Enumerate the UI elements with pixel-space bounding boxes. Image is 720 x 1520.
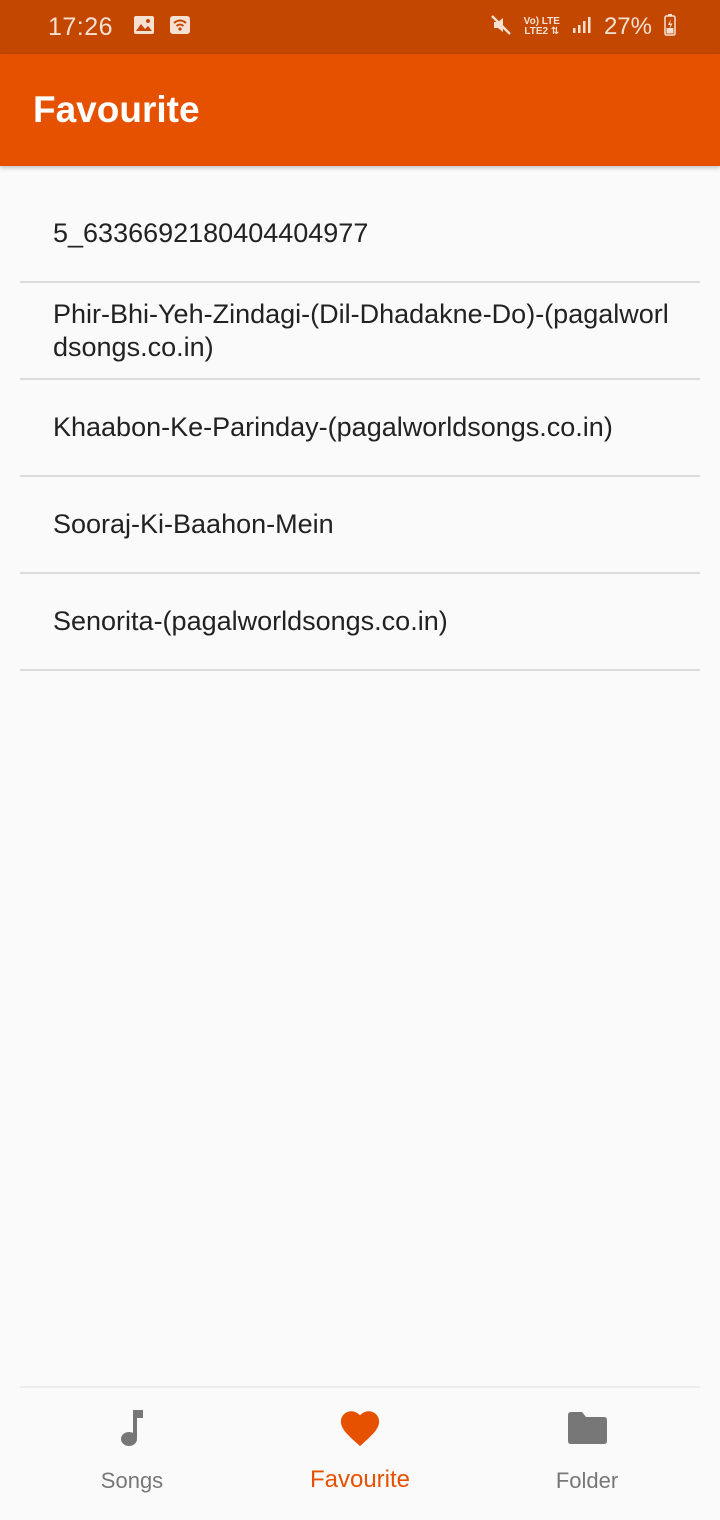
app-bar: Favourite [0, 54, 720, 166]
song-title: Sooraj-Ki-Baahon-Mein [53, 509, 334, 539]
status-bar: 17:26 Vo) LTE LTE2 ⇅ 27% [0, 0, 720, 54]
battery-percentage: 27% [603, 13, 652, 40]
favourite-song-list: 5_6336692180404404977 Phir-Bhi-Yeh-Zinda… [20, 186, 700, 671]
bottom-navigation: Songs Favourite Folder [0, 1386, 720, 1520]
battery-charging-icon [664, 13, 676, 41]
status-time: 17:26 [48, 12, 114, 41]
image-icon [133, 15, 155, 40]
heart-icon [338, 1406, 382, 1450]
song-title: Phir-Bhi-Yeh-Zindagi-(Dil-Dhadakne-Do)-(… [53, 298, 669, 362]
mute-icon [490, 14, 512, 41]
song-list-item[interactable]: Senorita-(pagalworldsongs.co.in) [20, 574, 700, 671]
nav-tab-songs[interactable]: Songs [32, 1406, 232, 1506]
wifi-icon [169, 15, 191, 40]
nav-tab-favourite[interactable]: Favourite [260, 1406, 460, 1506]
status-notification-icons [133, 15, 191, 40]
song-list-item[interactable]: Phir-Bhi-Yeh-Zindagi-(Dil-Dhadakne-Do)-(… [20, 283, 700, 380]
status-system-icons: Vo) LTE LTE2 ⇅ 27% [490, 13, 676, 41]
page-title: Favourite [33, 89, 200, 130]
bottom-nav-divider [20, 1386, 700, 1388]
folder-icon [565, 1406, 609, 1450]
signal-icon [572, 16, 592, 39]
network-type-indicator: Vo) LTE LTE2 ⇅ [523, 16, 560, 37]
song-title: Khaabon-Ke-Parinday-(pagalworldsongs.co.… [53, 412, 613, 442]
song-title: Senorita-(pagalworldsongs.co.in) [53, 606, 448, 636]
nav-tab-folder[interactable]: Folder [487, 1406, 687, 1506]
song-title: 5_6336692180404404977 [53, 218, 369, 248]
nav-label-songs: Songs [100, 1468, 164, 1493]
music-note-icon [110, 1406, 154, 1450]
song-list-item[interactable]: 5_6336692180404404977 [20, 186, 700, 283]
nav-label-favourite: Favourite [309, 1466, 411, 1493]
song-list-item[interactable]: Khaabon-Ke-Parinday-(pagalworldsongs.co.… [20, 380, 700, 477]
nav-label-folder: Folder [555, 1468, 619, 1493]
song-list-item[interactable]: Sooraj-Ki-Baahon-Mein [20, 477, 700, 574]
